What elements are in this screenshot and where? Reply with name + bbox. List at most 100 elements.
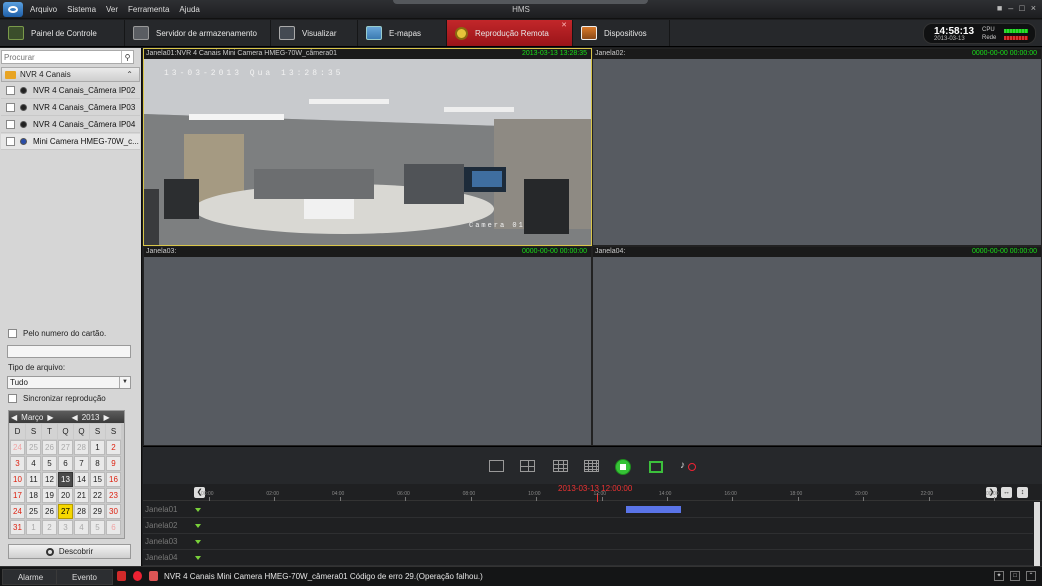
- prev-month-icon[interactable]: ◀: [9, 413, 19, 422]
- calendar-day[interactable]: 15: [90, 472, 105, 487]
- calendar-day[interactable]: 3: [58, 520, 73, 535]
- calendar-day[interactable]: 24: [10, 440, 25, 455]
- event-button[interactable]: Evento: [56, 569, 113, 585]
- calendar-day[interactable]: 26: [42, 440, 57, 455]
- video-window-3[interactable]: Janela03: 0000-00-00 00:00:00: [143, 246, 592, 446]
- calendar-day[interactable]: 14: [74, 472, 89, 487]
- stop-all-icon[interactable]: [615, 459, 631, 475]
- calendar-day[interactable]: 4: [74, 520, 89, 535]
- calendar-day[interactable]: 27: [58, 440, 73, 455]
- pin-icon[interactable]: ✦: [994, 571, 1004, 581]
- timeline-zoom-out-icon[interactable]: ↕: [1017, 487, 1028, 498]
- calendar-day[interactable]: 25: [26, 440, 41, 455]
- card-number-field[interactable]: [7, 345, 131, 358]
- calendar-day[interactable]: 22: [90, 488, 105, 503]
- calendar-day[interactable]: 24: [10, 504, 25, 519]
- expand-icon[interactable]: [195, 508, 201, 512]
- next-month-icon[interactable]: ▶: [45, 413, 55, 422]
- calendar-day[interactable]: 9: [106, 456, 121, 471]
- calendar-day[interactable]: 7: [74, 456, 89, 471]
- bell-icon[interactable]: [133, 571, 142, 581]
- layout-4x4-icon[interactable]: [584, 460, 599, 472]
- calendar-day[interactable]: 8: [90, 456, 105, 471]
- timeline-row[interactable]: Janela03: [143, 534, 1033, 550]
- calendar-day[interactable]: 31: [10, 520, 25, 535]
- tab-reproducao-remota[interactable]: Reprodução Remota ✕: [447, 20, 573, 46]
- camera-item[interactable]: NVR 4 Canais_Câmera IP02: [1, 83, 140, 99]
- calendar-day[interactable]: 28: [74, 440, 89, 455]
- alarm-button[interactable]: Alarme: [2, 569, 59, 585]
- card-number-option[interactable]: Pelo numero do cartão.: [8, 329, 106, 338]
- calendar-day[interactable]: 6: [58, 456, 73, 471]
- calendar-day[interactable]: 3: [10, 456, 25, 471]
- calendar-day[interactable]: 5: [90, 520, 105, 535]
- calendar-day[interactable]: 17: [10, 488, 25, 503]
- calendar-day[interactable]: 20: [58, 488, 73, 503]
- search-input[interactable]: [2, 51, 120, 63]
- calendar-day[interactable]: 4: [26, 456, 41, 471]
- lock-icon[interactable]: ■: [997, 3, 1002, 13]
- calendar-day[interactable]: 19: [42, 488, 57, 503]
- calendar-day[interactable]: 26: [42, 504, 57, 519]
- timeline-row[interactable]: Janela04: [143, 550, 1033, 566]
- search-icon[interactable]: ⚲: [121, 51, 133, 63]
- calendar-day[interactable]: 16: [106, 472, 121, 487]
- camera-item[interactable]: NVR 4 Canais_Câmera IP03: [1, 100, 140, 116]
- calendar-day[interactable]: 2: [42, 520, 57, 535]
- camera-checkbox[interactable]: [6, 103, 15, 112]
- calendar-day[interactable]: 21: [74, 488, 89, 503]
- find-button[interactable]: Descobrir: [8, 544, 131, 559]
- calendar-day-today[interactable]: 13: [58, 472, 73, 487]
- chevron-down-icon[interactable]: ▼: [119, 377, 130, 388]
- tab-close-icon[interactable]: ✕: [561, 21, 567, 29]
- calendar-day[interactable]: 29: [90, 504, 105, 519]
- camera-checkbox[interactable]: [6, 86, 15, 95]
- sync-playback-checkbox[interactable]: [8, 394, 17, 403]
- timeline-row[interactable]: Janela02: [143, 518, 1033, 534]
- prev-year-icon[interactable]: ◀: [70, 413, 80, 422]
- camera-checkbox[interactable]: [6, 120, 15, 129]
- close-icon[interactable]: ×: [1031, 3, 1036, 13]
- calendar-day[interactable]: 12: [42, 472, 57, 487]
- fullscreen-icon[interactable]: [649, 461, 663, 473]
- calendar-day[interactable]: 6: [106, 520, 121, 535]
- layout-1x1-icon[interactable]: [489, 460, 504, 472]
- tab-servidor-de-armazenamento[interactable]: Servidor de armazenamento: [125, 20, 271, 46]
- minimize-icon[interactable]: –: [1008, 3, 1013, 13]
- tab-e-mapas[interactable]: E-mapas: [358, 20, 447, 46]
- card-number-checkbox[interactable]: [8, 329, 17, 338]
- calendar-day[interactable]: 2: [106, 440, 121, 455]
- timeline-zoom-in-icon[interactable]: ↔: [1001, 487, 1012, 498]
- camera-checkbox[interactable]: [6, 137, 15, 146]
- video-window-2[interactable]: Janela02: 0000-00-00 00:00:00: [592, 48, 1042, 246]
- tab-painel-de-controle[interactable]: Painel de Controle: [0, 20, 125, 46]
- timeline-row[interactable]: Janela01: [143, 502, 1033, 518]
- calendar-day[interactable]: 23: [106, 488, 121, 503]
- restore-icon[interactable]: □: [1019, 3, 1024, 13]
- layout-2x2-icon[interactable]: [520, 460, 535, 472]
- tab-visualizar[interactable]: Visualizar: [271, 20, 358, 46]
- tab-dispositivos[interactable]: Dispositivos: [573, 20, 670, 46]
- calendar-day[interactable]: 28: [74, 504, 89, 519]
- next-year-icon[interactable]: ▶: [102, 413, 112, 422]
- mute-icon[interactable]: ♪: [680, 460, 696, 474]
- expand-icon[interactable]: [195, 524, 201, 528]
- camera-item[interactable]: NVR 4 Canais_Câmera IP04: [1, 117, 140, 133]
- file-type-select[interactable]: Tudo ▼: [7, 376, 131, 389]
- expand-icon[interactable]: [195, 540, 201, 544]
- layout-3x3-icon[interactable]: [553, 460, 568, 472]
- alarm-icon[interactable]: [117, 571, 126, 581]
- calendar-day[interactable]: 30: [106, 504, 121, 519]
- video-window-1[interactable]: Janela01:NVR 4 Canais Mini Camera HMEG-7…: [143, 48, 592, 246]
- collapse-icon[interactable]: ⌃: [1026, 571, 1036, 581]
- chevron-up-icon[interactable]: ⌃: [126, 70, 133, 79]
- calendar-day[interactable]: 10: [10, 472, 25, 487]
- calendar-day[interactable]: 1: [26, 520, 41, 535]
- calendar-day[interactable]: 5: [42, 456, 57, 471]
- recording-segment[interactable]: [626, 506, 681, 513]
- window-icon[interactable]: □: [1010, 571, 1020, 581]
- calendar-day-selected[interactable]: 27: [58, 504, 73, 519]
- video-window-4[interactable]: Janela04: 0000-00-00 00:00:00: [592, 246, 1042, 446]
- calendar-day[interactable]: 18: [26, 488, 41, 503]
- calendar-day[interactable]: 11: [26, 472, 41, 487]
